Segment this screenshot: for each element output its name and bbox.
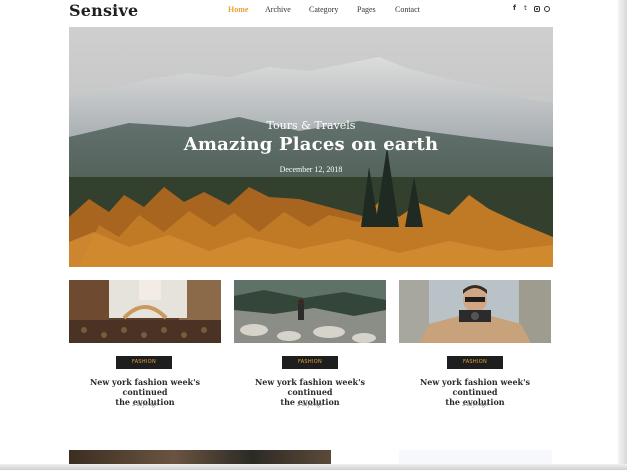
card-title-line: New york fashion week's continued — [419, 377, 531, 397]
instagram-icon[interactable] — [534, 6, 540, 12]
category-badge[interactable]: FASHION — [447, 356, 503, 369]
nav-archive[interactable]: Archive — [265, 4, 291, 16]
featured-post-image[interactable] — [69, 450, 331, 464]
handbag-photo[interactable] — [69, 280, 221, 343]
skype-icon[interactable] — [544, 6, 550, 12]
page-bottom-shadow — [0, 464, 627, 470]
photographer-photo[interactable] — [399, 280, 551, 343]
page-edge-shadow — [618, 0, 627, 470]
hero-date: December 12, 2018 — [279, 165, 343, 174]
nav-pages[interactable]: Pages — [357, 4, 376, 16]
card-date: 2 days ago — [297, 402, 323, 408]
nav-home[interactable]: Home — [228, 4, 248, 16]
post-card[interactable]: FASHION New york fashion week's continue… — [234, 280, 386, 430]
facebook-icon[interactable]: f — [511, 5, 518, 12]
category-badge[interactable]: FASHION — [116, 356, 172, 369]
nav-contact[interactable]: Contact — [395, 4, 420, 16]
post-card[interactable]: FASHION New york fashion week's continue… — [69, 280, 221, 430]
twitter-icon[interactable]: t — [522, 5, 529, 12]
card-date: 2 days ago — [462, 402, 488, 408]
post-card[interactable]: FASHION New york fashion week's continue… — [399, 280, 551, 430]
category-badge[interactable]: FASHION — [282, 356, 338, 369]
card-title-line: New york fashion week's continued — [89, 377, 201, 397]
hero-title[interactable]: Amazing Places on earth — [69, 134, 553, 155]
hero-category[interactable]: Tours & Travels — [69, 119, 553, 132]
site-logo[interactable]: Sensive — [69, 0, 138, 22]
site-header: Sensive Home Archive Category Pages Cont… — [0, 0, 618, 24]
card-date: 2 days ago — [132, 402, 158, 408]
nav-category[interactable]: Category — [309, 4, 338, 16]
hero-banner[interactable]: Tours & Travels Amazing Places on earth … — [69, 27, 553, 267]
sidebar-widget — [399, 450, 552, 464]
hiker-photo[interactable] — [234, 280, 386, 343]
card-title-line: New york fashion week's continued — [254, 377, 366, 397]
